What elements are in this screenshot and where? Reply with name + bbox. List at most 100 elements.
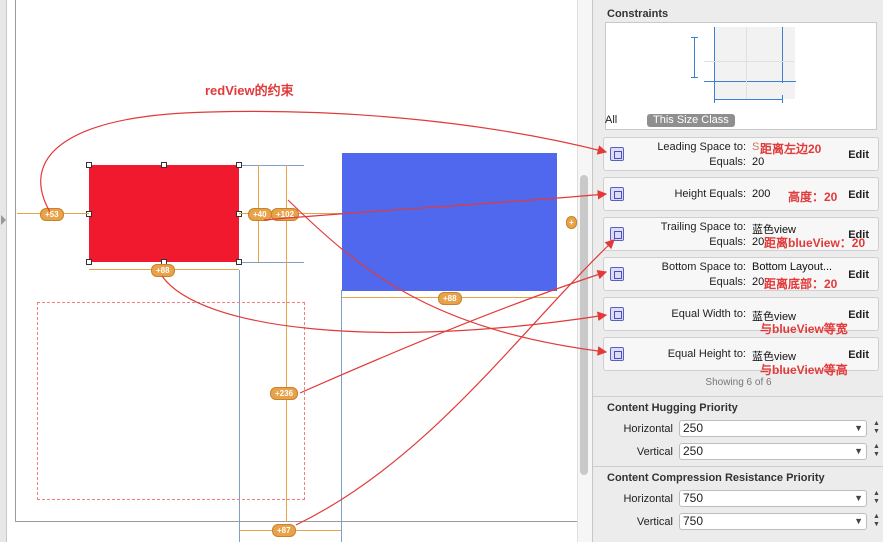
alignment-guide bbox=[240, 165, 304, 166]
constraints-preview bbox=[605, 22, 877, 130]
annotation-title: redView的约束 bbox=[205, 83, 294, 98]
tab-this-size-class[interactable]: This Size Class bbox=[647, 114, 735, 127]
preview-cap bbox=[691, 37, 698, 38]
constraint-label: Bottom Space to: bbox=[661, 261, 746, 273]
preview-width-line bbox=[714, 99, 782, 100]
edit-button[interactable]: Edit bbox=[848, 149, 869, 161]
edit-button[interactable]: Edit bbox=[848, 349, 869, 361]
constraint-label: Equals: bbox=[709, 156, 746, 168]
constraint-value: 20 bbox=[752, 236, 765, 248]
constraint-label: Equals: bbox=[709, 276, 746, 288]
equal-height-constraint-icon bbox=[610, 347, 624, 361]
constraint-value: 20 bbox=[752, 276, 765, 288]
constraint-badge[interactable]: +53 bbox=[40, 208, 64, 221]
constraint-label: Equal Width to: bbox=[671, 308, 746, 320]
compression-vertical-label: Vertical bbox=[636, 516, 673, 528]
compression-vertical-stepper[interactable]: ▲ ▼ bbox=[872, 513, 881, 530]
canvas-left-gutter bbox=[0, 0, 7, 542]
constraint-label: Equals: bbox=[709, 236, 746, 248]
annotation-note: 与blueView等高 bbox=[760, 363, 848, 377]
resize-handle[interactable] bbox=[236, 211, 242, 217]
hugging-vertical-stepper[interactable]: ▲ ▼ bbox=[872, 443, 881, 460]
edit-button[interactable]: Edit bbox=[848, 229, 869, 241]
chevron-down-icon: ▼ bbox=[854, 446, 863, 456]
preview-cap bbox=[782, 95, 783, 103]
edit-button[interactable]: Edit bbox=[848, 189, 869, 201]
section-divider bbox=[593, 396, 883, 397]
compression-horizontal-label: Horizontal bbox=[623, 493, 673, 505]
select-value: 250 bbox=[683, 444, 704, 458]
chevron-down-icon: ▼ bbox=[854, 423, 863, 433]
preview-cap bbox=[714, 95, 715, 103]
constraint-label: Trailing Space to: bbox=[660, 221, 746, 233]
resize-handle[interactable] bbox=[86, 259, 92, 265]
placeholder-frame bbox=[37, 302, 305, 500]
annotation-note: 距离左边20 bbox=[760, 142, 822, 156]
annotation-note: 高度：20 bbox=[788, 190, 838, 204]
compression-horizontal-select[interactable]: 750 ▼ bbox=[679, 490, 867, 507]
preview-line bbox=[782, 27, 783, 83]
constraint-row-height[interactable]: Height Equals: 200 高度：20 Edit bbox=[603, 177, 879, 211]
hugging-vertical-label: Vertical bbox=[636, 446, 673, 458]
hugging-title: Content Hugging Priority bbox=[607, 402, 738, 414]
constraints-title: Constraints bbox=[607, 8, 669, 20]
scene-frame-bottom bbox=[15, 521, 577, 522]
select-value: 750 bbox=[683, 491, 704, 505]
chevron-down-icon: ▼ bbox=[854, 516, 863, 526]
edit-button[interactable]: Edit bbox=[848, 269, 869, 281]
constraint-row-bottom[interactable]: Bottom Space to: Bottom Layout... Equals… bbox=[603, 257, 879, 291]
constraint-row-leading[interactable]: Leading Space to: S Equals: 20 距离左边20 Ed… bbox=[603, 137, 879, 171]
constraint-badge[interactable]: +88 bbox=[438, 292, 462, 305]
constraint-badge[interactable]: +40 bbox=[248, 208, 272, 221]
equal-width-constraint-icon bbox=[610, 307, 624, 321]
compression-horizontal-stepper[interactable]: ▲ ▼ bbox=[872, 490, 881, 507]
constraint-value: Bottom Layout... bbox=[752, 261, 833, 273]
hugging-horizontal-select[interactable]: 250 ▼ bbox=[679, 420, 867, 437]
blue-view[interactable] bbox=[342, 153, 557, 291]
alignment-guide bbox=[240, 262, 304, 263]
height-constraint-icon bbox=[610, 187, 624, 201]
constraint-row-equal-width[interactable]: Equal Width to: 蓝色view 与blueView等宽 Edit bbox=[603, 297, 879, 336]
constraint-label: Height Equals: bbox=[674, 188, 746, 200]
preview-height-line bbox=[694, 37, 695, 77]
constraint-label: Equal Height to: bbox=[667, 348, 746, 360]
constraint-badge[interactable]: +88 bbox=[151, 264, 175, 277]
constraint-badge[interactable]: +236 bbox=[270, 387, 299, 400]
chevron-down-icon: ▼ bbox=[854, 493, 863, 503]
preview-cap bbox=[691, 77, 698, 78]
size-inspector: Constraints All This Size Class Leading … bbox=[592, 0, 883, 542]
compression-title: Content Compression Resistance Priority bbox=[607, 472, 825, 484]
red-view[interactable] bbox=[89, 165, 239, 262]
bottom-constraint-icon bbox=[610, 267, 624, 281]
trailing-constraint-icon bbox=[610, 227, 624, 241]
constraint-value: 200 bbox=[752, 188, 771, 200]
tab-all[interactable]: All bbox=[605, 114, 617, 126]
edit-button[interactable]: Edit bbox=[848, 309, 869, 321]
hugging-vertical-select[interactable]: 250 ▼ bbox=[679, 443, 867, 460]
constraint-badge[interactable]: + bbox=[566, 216, 577, 229]
constraint-value: S bbox=[752, 141, 760, 153]
hugging-horizontal-stepper[interactable]: ▲ ▼ bbox=[872, 420, 881, 437]
storyboard-canvas[interactable]: +53 +40 +102 +88 +88 +236 +87 + redView的… bbox=[0, 0, 592, 542]
resize-handle[interactable] bbox=[236, 259, 242, 265]
canvas-scrollbar[interactable] bbox=[580, 175, 588, 475]
constraint-badge[interactable]: +102 bbox=[271, 208, 300, 221]
annotation-note: 与blueView等宽 bbox=[760, 322, 848, 336]
constraint-badge[interactable]: +87 bbox=[272, 524, 296, 537]
hugging-horizontal-label: Horizontal bbox=[623, 423, 673, 435]
alignment-guide bbox=[341, 290, 342, 542]
leading-constraint-icon bbox=[610, 147, 624, 161]
section-divider bbox=[593, 466, 883, 467]
compression-vertical-select[interactable]: 750 ▼ bbox=[679, 513, 867, 530]
preview-grid bbox=[746, 27, 747, 99]
constraint-row-equal-height[interactable]: Equal Height to: 蓝色view 与blueView等高 Edit bbox=[603, 337, 879, 377]
resize-handle[interactable] bbox=[86, 211, 92, 217]
resize-handle[interactable] bbox=[161, 162, 167, 168]
preview-grid bbox=[704, 61, 794, 62]
resize-handle[interactable] bbox=[236, 162, 242, 168]
select-value: 250 bbox=[683, 421, 704, 435]
constraint-row-trailing[interactable]: Trailing Space to: 蓝色view Equals: 20 距离b… bbox=[603, 217, 879, 251]
resize-handle[interactable] bbox=[86, 162, 92, 168]
select-value: 750 bbox=[683, 514, 704, 528]
constraints-count: Showing 6 of 6 bbox=[705, 377, 772, 388]
